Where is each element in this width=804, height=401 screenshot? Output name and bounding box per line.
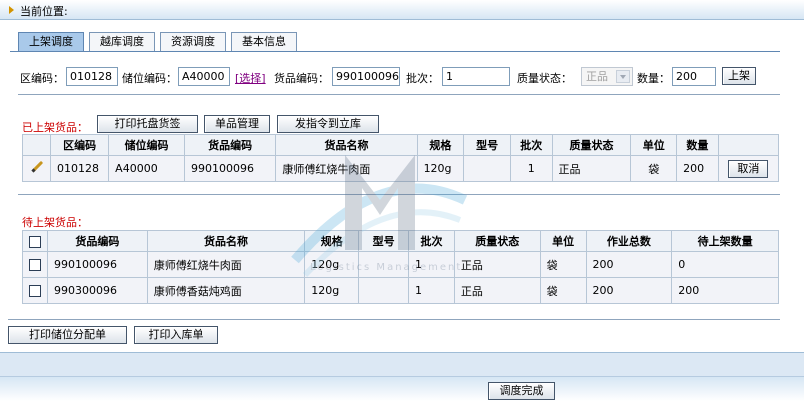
cell-qty: 200 <box>676 155 719 182</box>
tab-underline <box>10 51 780 52</box>
row-checkbox[interactable] <box>29 259 41 271</box>
location-bar: 当前位置: <box>0 0 804 20</box>
col-zone: 区编码 <box>50 134 110 156</box>
cell-model <box>463 155 511 182</box>
table-header-row: 货品编码 货品名称 规格 型号 批次 质量状态 单位 作业总数 待上架数量 <box>22 230 779 252</box>
col-edit <box>21 134 52 156</box>
col-quality: 质量状态 <box>551 134 632 156</box>
table-row: 010128 A40000 990100096 康师傅红烧牛肉面 120g 1 … <box>21 155 780 182</box>
cell-unit: 袋 <box>539 251 587 278</box>
tab-resource-dispatch[interactable]: 资源调度 <box>160 32 226 52</box>
col-action <box>717 134 780 156</box>
slot-label: 储位编码： <box>122 72 177 85</box>
col-model: 型号 <box>358 230 410 252</box>
chevron-down-icon <box>616 70 630 83</box>
print-slot-allocation-button[interactable]: 打印储位分配单 <box>8 326 127 344</box>
dispatch-complete-button[interactable]: 调度完成 <box>488 382 555 400</box>
cancel-button[interactable]: 取消 <box>728 159 769 178</box>
quality-select-value: 正品 <box>586 70 608 83</box>
cell-quality: 正品 <box>551 155 632 182</box>
quality-label: 质量状态： <box>517 72 572 85</box>
cell-total: 200 <box>585 251 673 278</box>
pending-goods-table: 货品编码 货品名称 规格 型号 批次 质量状态 单位 作业总数 待上架数量 99… <box>22 230 779 304</box>
cell-batch: 1 <box>408 277 455 304</box>
cell-zone: 010128 <box>50 155 110 182</box>
cell-spec: 120g <box>304 277 360 304</box>
cell-unit: 袋 <box>539 277 587 304</box>
batch-label: 批次： <box>406 72 439 85</box>
tab-cross-dock-dispatch[interactable]: 越库调度 <box>89 32 155 52</box>
col-unit: 单位 <box>539 230 587 252</box>
col-unit: 单位 <box>630 134 678 156</box>
cell-quality: 正品 <box>453 277 541 304</box>
print-inbound-order-button[interactable]: 打印入库单 <box>134 326 218 344</box>
col-quality: 质量状态 <box>453 230 541 252</box>
col-goods-code: 货品编码 <box>183 134 277 156</box>
print-pallet-label-button[interactable]: 打印托盘货签 <box>97 115 198 133</box>
zone-label: 区编码： <box>20 72 64 85</box>
col-qty: 数量 <box>676 134 719 156</box>
shelved-goods-table: 区编码 储位编码 货品编码 货品名称 规格 型号 批次 质量状态 单位 数量 0… <box>21 134 780 182</box>
divider <box>18 94 780 95</box>
col-batch: 批次 <box>510 134 553 156</box>
pencil-edit-icon[interactable] <box>30 160 44 174</box>
cell-goods-code: 990300096 <box>47 277 148 304</box>
col-pending-qty: 待上架数量 <box>671 230 779 252</box>
cell-batch: 1 <box>510 155 553 182</box>
cell-pending-qty: 0 <box>671 251 779 278</box>
divider <box>18 194 780 195</box>
tab-basic-info[interactable]: 基本信息 <box>231 32 297 52</box>
cell-pending-qty: 200 <box>671 277 779 304</box>
shelve-button[interactable]: 上架 <box>722 67 756 85</box>
location-label: 当前位置: <box>20 5 68 18</box>
table-row: 990100096 康师傅红烧牛肉面 120g 1 正品 袋 200 0 <box>22 251 779 278</box>
qty-label: 数量： <box>637 72 670 85</box>
table-row: 990300096 康师傅香菇炖鸡面 120g 1 正品 袋 200 200 <box>22 277 779 304</box>
goods-code-input[interactable]: 990100096 <box>332 67 400 86</box>
cell-unit: 袋 <box>630 155 678 182</box>
cell-model <box>358 251 410 278</box>
col-slot: 储位编码 <box>108 134 185 156</box>
col-model: 型号 <box>463 134 511 156</box>
cell-goods-code: 990100096 <box>47 251 148 278</box>
cell-goods-code: 990100096 <box>183 155 277 182</box>
item-management-button[interactable]: 单品管理 <box>204 115 270 133</box>
cell-model <box>358 277 410 304</box>
cell-slot: A40000 <box>108 155 185 182</box>
cell-goods-name: 康师傅红烧牛肉面 <box>275 155 418 182</box>
col-spec: 规格 <box>304 230 360 252</box>
col-goods-code: 货品编码 <box>47 230 148 252</box>
cell-goods-name: 康师傅红烧牛肉面 <box>146 251 306 278</box>
location-arrow-icon <box>9 6 14 14</box>
select-all-checkbox[interactable] <box>29 235 41 248</box>
col-goods-name: 货品名称 <box>275 134 418 156</box>
cell-total: 200 <box>585 277 673 304</box>
select-slot-link[interactable]: [选择] <box>235 70 266 86</box>
col-goods-name: 货品名称 <box>146 230 306 252</box>
slot-input[interactable]: A40000 <box>178 67 230 86</box>
col-total: 作业总数 <box>585 230 673 252</box>
zone-input[interactable]: 010128 <box>66 67 118 86</box>
cell-quality: 正品 <box>453 251 541 278</box>
col-batch: 批次 <box>408 230 455 252</box>
goods-code-label: 货品编码： <box>274 72 329 85</box>
batch-input[interactable]: 1 <box>442 67 510 86</box>
table-header-row: 区编码 储位编码 货品编码 货品名称 规格 型号 批次 质量状态 单位 数量 <box>21 134 780 156</box>
col-spec: 规格 <box>416 134 465 156</box>
cell-goods-name: 康师傅香菇炖鸡面 <box>146 277 306 304</box>
cell-spec: 120g <box>304 251 360 278</box>
qty-input[interactable]: 200 <box>672 67 716 86</box>
cell-spec: 120g <box>416 155 465 182</box>
bottom-bar: 调度完成 <box>0 376 804 401</box>
send-to-warehouse-button[interactable]: 发指令到立库 <box>277 115 379 133</box>
footer-band <box>0 352 804 376</box>
divider <box>8 319 780 320</box>
pending-goods-title: 待上架货品： <box>22 216 88 229</box>
shelved-goods-title: 已上架货品： <box>22 121 88 134</box>
cell-batch: 1 <box>408 251 455 278</box>
tab-shelving-dispatch[interactable]: 上架调度 <box>18 32 84 52</box>
row-checkbox[interactable] <box>29 285 41 297</box>
quality-select[interactable]: 正品 <box>581 67 633 86</box>
